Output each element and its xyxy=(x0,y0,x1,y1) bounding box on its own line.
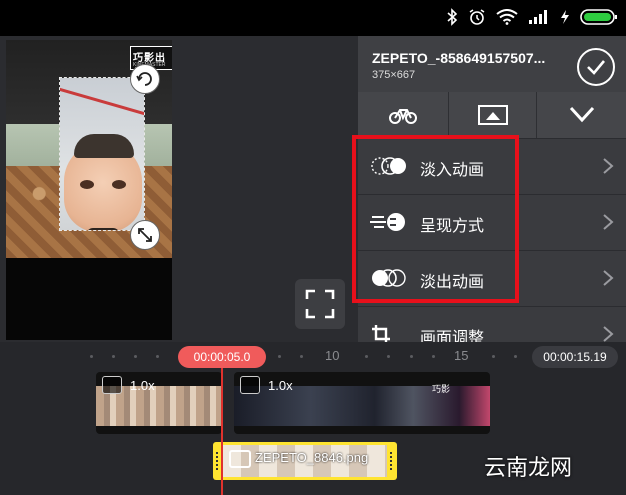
video-clip-2[interactable]: 1.0x 巧影 xyxy=(234,372,490,434)
clip-settings-panel: ZEPETO_-858649157507... 375×667 淡入动画 呈现方… xyxy=(358,36,626,361)
film-icon xyxy=(102,376,122,394)
ruler-tick xyxy=(492,355,495,358)
menu-fade-out[interactable]: 淡出动画 xyxy=(358,250,626,305)
option-icon-row xyxy=(358,92,626,138)
preview-area: 巧影出品 KINEMASTER xyxy=(0,36,358,342)
wifi-icon xyxy=(496,9,518,25)
trim-handle-right[interactable] xyxy=(390,452,394,470)
ruler-tick xyxy=(300,355,303,358)
playhead[interactable] xyxy=(221,368,223,495)
confirm-button[interactable] xyxy=(577,48,615,86)
ruler-tick xyxy=(278,355,281,358)
resize-icon xyxy=(138,228,152,242)
status-bar xyxy=(0,0,626,36)
total-duration: 00:00:15.19 xyxy=(532,346,618,368)
chevron-right-icon xyxy=(603,326,614,342)
ruler-label-15: 15 xyxy=(454,348,469,363)
clip-name: ZEPETO_-858649157507... xyxy=(372,50,546,66)
ruler-tick xyxy=(134,355,137,358)
alarm-icon xyxy=(469,9,485,25)
avatar-hair xyxy=(74,134,134,158)
crop-frame-icon xyxy=(477,105,508,125)
ruler-label-10: 10 xyxy=(325,348,340,363)
film-icon xyxy=(240,376,260,394)
ruler-tick xyxy=(156,355,159,358)
presentation-icon xyxy=(370,213,405,231)
icon-cell-1[interactable] xyxy=(358,92,448,138)
avatar-eye-left xyxy=(80,180,94,189)
ruler-tick xyxy=(90,355,93,358)
ruler-tick xyxy=(514,355,517,358)
image-icon xyxy=(229,450,251,468)
sticker-track-label: ZEPETO_8846.png xyxy=(255,450,369,465)
scale-handle[interactable] xyxy=(130,220,160,250)
rotate-handle[interactable] xyxy=(130,64,160,94)
sticker-layer[interactable] xyxy=(59,77,145,231)
bicycle-icon xyxy=(389,109,417,124)
status-icons xyxy=(446,6,618,28)
clip-speed: 1.0x xyxy=(268,378,293,393)
chevron-right-icon xyxy=(603,270,614,286)
ruler-tick xyxy=(387,355,390,358)
clip-dimensions: 375×667 xyxy=(372,69,416,81)
battery-icon xyxy=(580,9,617,25)
sticker-track-clip[interactable]: ZEPETO_8846.png xyxy=(213,442,397,480)
ruler-tick xyxy=(410,355,413,358)
trim-handle-left[interactable] xyxy=(216,452,220,470)
chevron-right-icon xyxy=(603,158,614,174)
signal-icon xyxy=(529,10,547,24)
menu-label: 淡出动画 xyxy=(420,274,485,291)
video-clip-1[interactable]: 1.0x xyxy=(96,372,222,434)
site-watermark: 云南龙网 xyxy=(484,456,573,481)
scene-floor xyxy=(6,258,172,340)
playhead-time: 00:00:05.0 xyxy=(178,346,266,368)
menu-label: 呈现方式 xyxy=(420,218,485,235)
fullscreen-button[interactable] xyxy=(295,279,345,329)
clip-watermark-tag: 巧影 xyxy=(432,384,451,394)
fade-out-icon xyxy=(372,269,406,287)
video-preview[interactable]: 巧影出品 KINEMASTER xyxy=(6,40,172,340)
clip-speed: 1.0x xyxy=(130,378,155,393)
avatar-mustache xyxy=(86,228,120,230)
check-icon xyxy=(587,60,605,75)
menu-presentation[interactable]: 呈现方式 xyxy=(358,194,626,249)
time-ruler[interactable]: 10 15 00:00:05.0 00:00:15.19 xyxy=(0,342,626,370)
avatar-eye-right xyxy=(112,180,126,189)
menu-label: 淡入动画 xyxy=(420,162,485,179)
charging-icon xyxy=(561,10,569,24)
chevron-right-icon xyxy=(603,214,614,230)
icon-cell-3[interactable] xyxy=(536,92,626,138)
ruler-tick xyxy=(112,355,115,358)
erase-icon xyxy=(569,106,594,123)
icon-cell-2[interactable] xyxy=(448,92,536,138)
menu-fade-in[interactable]: 淡入动画 xyxy=(358,138,626,193)
ruler-tick xyxy=(365,355,368,358)
fade-in-icon xyxy=(371,157,406,175)
panel-header: ZEPETO_-858649157507... 375×667 xyxy=(358,36,626,92)
rotate-icon xyxy=(136,72,152,86)
bluetooth-icon xyxy=(447,8,458,26)
editor-main: 巧影出品 KINEMASTER ZEP xyxy=(0,36,626,361)
fullscreen-icon xyxy=(305,289,335,319)
ruler-tick xyxy=(432,355,435,358)
